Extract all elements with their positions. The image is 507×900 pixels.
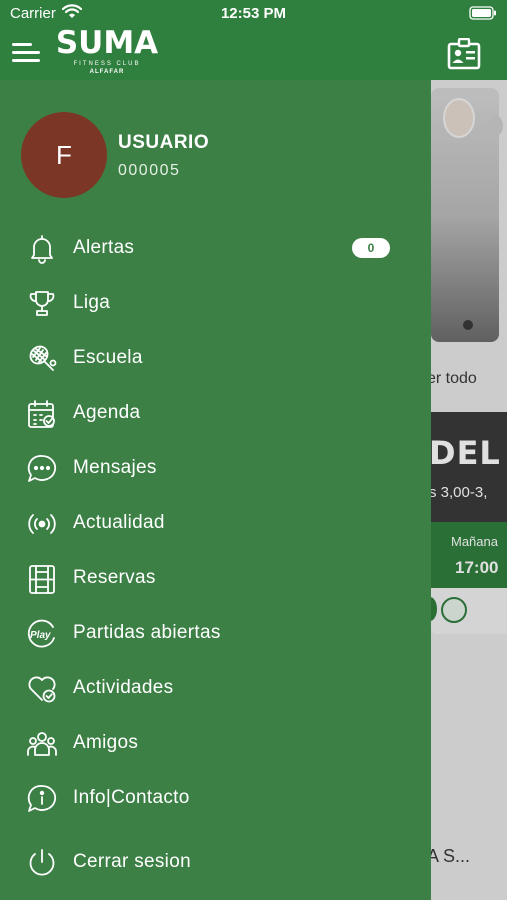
- menu-label-mensajes: Mensajes: [73, 457, 157, 478]
- avatar[interactable]: F: [21, 112, 107, 198]
- side-drawer: F USUARIO 000005 Alertas 0 Liga Escuela …: [0, 80, 431, 900]
- user-id: 000005: [118, 162, 181, 179]
- info-bubble-icon: [26, 783, 58, 815]
- calendar-check-icon: [26, 398, 58, 430]
- menu-item-alertas[interactable]: Alertas 0: [0, 223, 431, 273]
- menu-label-amigos: Amigos: [73, 732, 139, 753]
- chat-bubble-icon: [26, 453, 58, 485]
- menu-label-cerrar-sesion: Cerrar sesion: [73, 851, 191, 872]
- id-card-icon[interactable]: [447, 37, 481, 75]
- menu-item-escuela[interactable]: Escuela: [0, 333, 431, 383]
- menu-label-info-contacto: Info|Contacto: [73, 787, 190, 808]
- brand-logo: SUMA FITNESS CLUB ALFAFAR: [52, 28, 162, 78]
- play-icon: Play: [26, 618, 58, 650]
- menu-item-agenda[interactable]: Agenda: [0, 388, 431, 438]
- broadcast-icon: [26, 508, 58, 540]
- hamburger-menu-icon[interactable]: [12, 40, 42, 64]
- user-name: USUARIO: [118, 132, 210, 153]
- menu-item-actividades[interactable]: Actividades: [0, 663, 431, 713]
- people-icon: [26, 728, 58, 760]
- drawer-overlay[interactable]: [431, 80, 507, 900]
- menu-item-reservas[interactable]: Reservas: [0, 553, 431, 603]
- brand-name: SUMA: [55, 25, 159, 61]
- app-header: SUMA FITNESS CLUB ALFAFAR: [0, 28, 507, 80]
- menu-label-actualidad: Actualidad: [73, 512, 165, 533]
- racket-icon: [26, 343, 58, 375]
- court-icon: [26, 563, 58, 595]
- menu-item-cerrar-sesion[interactable]: Cerrar sesion: [0, 837, 431, 887]
- menu-label-reservas: Reservas: [73, 567, 156, 588]
- menu-label-agenda: Agenda: [73, 402, 141, 423]
- menu-label-escuela: Escuela: [73, 347, 143, 368]
- status-bar: Carrier 12:53 PM: [0, 0, 507, 28]
- menu-label-actividades: Actividades: [73, 677, 174, 698]
- menu-label-alertas: Alertas: [73, 237, 135, 258]
- menu-label-partidas-abiertas: Partidas abiertas: [73, 622, 221, 643]
- menu-item-actualidad[interactable]: Actualidad: [0, 498, 431, 548]
- brand-location: ALFAFAR: [89, 69, 125, 75]
- menu-item-partidas-abiertas[interactable]: Play Partidas abiertas: [0, 608, 431, 658]
- menu-item-info-contacto[interactable]: Info|Contacto: [0, 773, 431, 823]
- svg-text:Play: Play: [30, 630, 51, 641]
- menu-item-mensajes[interactable]: Mensajes: [0, 443, 431, 493]
- alerts-count-badge: 0: [352, 238, 390, 258]
- heart-check-icon: [26, 673, 58, 705]
- bell-icon: [26, 233, 58, 265]
- menu-item-liga[interactable]: Liga: [0, 278, 431, 328]
- power-icon: [26, 847, 58, 879]
- status-time: 12:53 PM: [220, 5, 287, 22]
- brand-subtitle: FITNESS CLUB: [73, 61, 141, 67]
- trophy-icon: [26, 288, 58, 320]
- menu-item-amigos[interactable]: Amigos: [0, 718, 431, 768]
- menu-label-liga: Liga: [73, 292, 111, 313]
- battery-icon: [469, 6, 497, 25]
